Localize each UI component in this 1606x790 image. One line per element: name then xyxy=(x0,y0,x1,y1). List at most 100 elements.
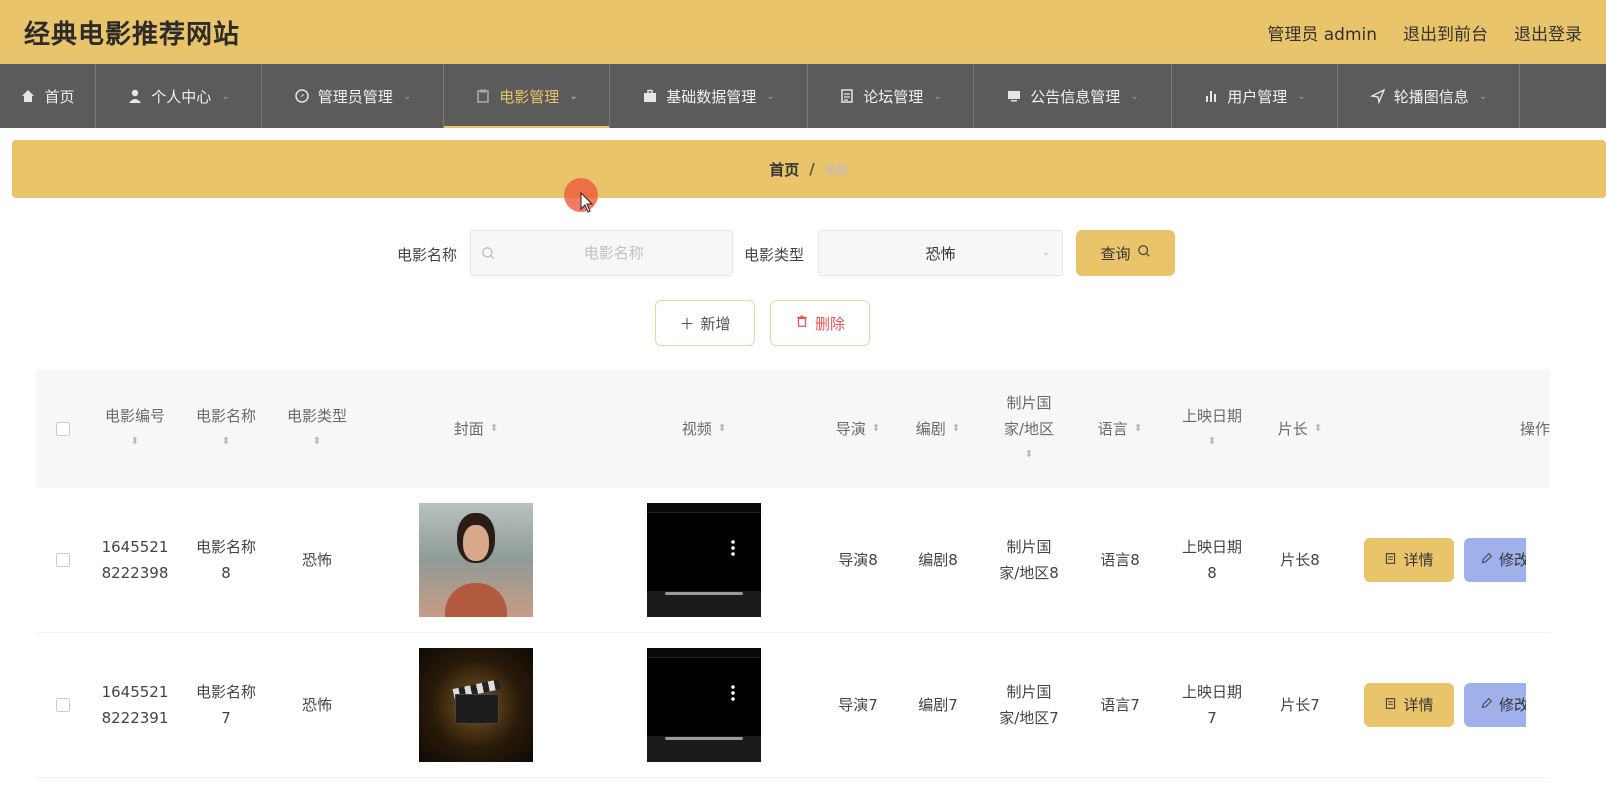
header-id[interactable]: 电影编号 ⬍ xyxy=(90,403,180,455)
cell-text: 家/地区7 xyxy=(999,709,1059,727)
cover-image[interactable] xyxy=(419,503,533,617)
breadcrumb: 首页 / 电影 xyxy=(12,140,1606,198)
user-icon xyxy=(127,88,143,104)
cell-date: 上映日期 8 xyxy=(1160,534,1264,586)
more-options-icon[interactable] xyxy=(731,684,735,702)
video-top-bar xyxy=(647,648,761,658)
header-cover[interactable]: 封面 ⬍ xyxy=(362,416,590,442)
nav-item-label: 管理员管理 xyxy=(317,87,393,106)
nav-item-forum[interactable]: 论坛管理 ⌄ xyxy=(808,64,974,128)
cell-director: 导演7 xyxy=(838,696,878,714)
query-button[interactable]: 查询 xyxy=(1076,230,1175,276)
cell-video xyxy=(590,503,818,617)
more-options-icon[interactable] xyxy=(731,539,735,557)
select-all-cell xyxy=(36,422,90,436)
header-label: 导演 xyxy=(835,420,866,438)
sort-icon: ⬍ xyxy=(221,436,231,447)
movie-type-select[interactable]: 恐怖 ⌄ xyxy=(818,230,1063,276)
sort-icon: ⬍ xyxy=(489,423,499,434)
header-name[interactable]: 电影名称 ⬍ xyxy=(180,403,272,455)
cell-writer: 编剧7 xyxy=(918,696,958,714)
nav-item-home[interactable]: 首页 xyxy=(0,64,96,128)
select-all-checkbox[interactable] xyxy=(56,422,70,436)
nav-item-label: 轮播图信息 xyxy=(1393,87,1469,106)
nav-item-movie-manage[interactable]: 电影管理 ⌄ xyxy=(444,64,610,128)
header-label: 电影名称 xyxy=(195,407,256,425)
cell-text: 制片国 xyxy=(1006,538,1052,556)
plus-icon: ＋ xyxy=(679,314,695,333)
row-select-cell xyxy=(36,698,90,712)
nav-item-announcement[interactable]: 公告信息管理 ⌄ xyxy=(974,64,1172,128)
header-date[interactable]: 上映日期 ⬍ xyxy=(1160,403,1264,455)
header-label: 电影编号 xyxy=(104,407,165,425)
cell-text: 7 xyxy=(221,709,231,727)
table-row: 1645521 8222391 电影名称 7 恐怖 导演7 编剧7 制片国 家/地区7… xyxy=(36,633,1550,778)
header-director[interactable]: 导演 ⬍ xyxy=(818,416,898,442)
pencil-icon xyxy=(1480,692,1493,718)
video-player[interactable] xyxy=(647,503,761,617)
nav-item-users[interactable]: 用户管理 ⌄ xyxy=(1172,64,1338,128)
header-video[interactable]: 视频 ⬍ xyxy=(590,416,818,442)
trash-icon xyxy=(795,314,809,332)
chevron-down-icon: ⌄ xyxy=(402,90,412,102)
breadcrumb-current: 电影 xyxy=(824,162,849,177)
header-type[interactable]: 电影类型 ⬍ xyxy=(272,403,362,455)
poster-face xyxy=(463,525,489,561)
header-label: 操作 xyxy=(1519,420,1550,438)
video-progress-track[interactable] xyxy=(665,737,743,740)
nav-item-admin-manage[interactable]: 管理员管理 ⌄ xyxy=(262,64,444,128)
header-length[interactable]: 片长 ⬍ xyxy=(1264,416,1336,442)
back-to-front-link[interactable]: 退出到前台 xyxy=(1403,20,1488,45)
cell-id: 1645521 8222391 xyxy=(90,679,180,731)
movie-table: 电影编号 ⬍ 电影名称 ⬍ 电影类型 ⬍ 封面 ⬍ 视频 ⬍ 导演 ⬍ 编剧 ⬍ 制片国 家/地… xyxy=(36,370,1550,778)
header-label: 语言 xyxy=(1097,420,1128,438)
cover-image[interactable] xyxy=(419,648,533,762)
sort-icon: ⬍ xyxy=(130,436,140,447)
header-country[interactable]: 制片国 家/地区 ⬍ xyxy=(978,390,1080,468)
cell-name: 电影名称 8 xyxy=(180,534,272,586)
nav-item-base-data[interactable]: 基础数据管理 ⌄ xyxy=(610,64,808,128)
header-language[interactable]: 语言 ⬍ xyxy=(1080,416,1160,442)
sort-icon: ⬍ xyxy=(1133,423,1143,434)
detail-button[interactable]: 详情 xyxy=(1364,683,1454,727)
nav-item-personal-center[interactable]: 个人中心 ⌄ xyxy=(96,64,262,128)
header-label: 上映日期 xyxy=(1181,407,1242,425)
search-icon xyxy=(1137,244,1151,262)
document-icon xyxy=(1384,692,1397,718)
cell-date: 上映日期 7 xyxy=(1160,679,1264,731)
sort-icon: ⬍ xyxy=(717,423,727,434)
video-player[interactable] xyxy=(647,648,761,762)
sort-icon: ⬍ xyxy=(951,423,961,434)
cell-id: 1645521 8222398 xyxy=(90,534,180,586)
delete-button[interactable]: 删除 xyxy=(770,300,870,346)
header-label: 封面 xyxy=(453,420,484,438)
chevron-down-icon: ⌄ xyxy=(221,90,230,102)
cell-text: 8 xyxy=(221,564,231,582)
sort-icon: ⬍ xyxy=(1313,423,1323,434)
sort-icon: ⬍ xyxy=(1024,449,1034,460)
row-actions: 详情 修改 xyxy=(1336,538,1526,582)
header-writer[interactable]: 编剧 ⬍ xyxy=(898,416,978,442)
edit-button[interactable]: 修改 xyxy=(1464,683,1526,727)
cell-text: 1645521 xyxy=(101,683,169,701)
video-top-bar xyxy=(647,503,761,513)
breadcrumb-home[interactable]: 首页 xyxy=(769,159,799,180)
row-checkbox[interactable] xyxy=(56,698,70,712)
document-icon xyxy=(1384,547,1397,573)
video-progress-track[interactable] xyxy=(665,592,743,595)
cell-country: 制片国 家/地区8 xyxy=(978,534,1080,586)
pencil-icon xyxy=(1480,547,1493,573)
movie-type-label: 电影类型 xyxy=(744,246,805,264)
movie-name-input[interactable] xyxy=(495,244,732,262)
cell-text: 制片国 xyxy=(1006,683,1052,701)
chevron-down-icon: ⌄ xyxy=(1478,90,1488,102)
cell-language: 语言8 xyxy=(1100,551,1140,569)
row-checkbox[interactable] xyxy=(56,553,70,567)
detail-button[interactable]: 详情 xyxy=(1364,538,1454,582)
top-header: 经典电影推荐网站 管理员 admin 退出到前台 退出登录 xyxy=(0,0,1606,64)
edit-button[interactable]: 修改 xyxy=(1464,538,1526,582)
logout-link[interactable]: 退出登录 xyxy=(1514,20,1582,45)
add-button-label: 新增 xyxy=(700,314,731,333)
nav-item-carousel[interactable]: 轮播图信息 ⌄ xyxy=(1338,64,1520,128)
add-button[interactable]: ＋ 新增 xyxy=(655,300,755,346)
